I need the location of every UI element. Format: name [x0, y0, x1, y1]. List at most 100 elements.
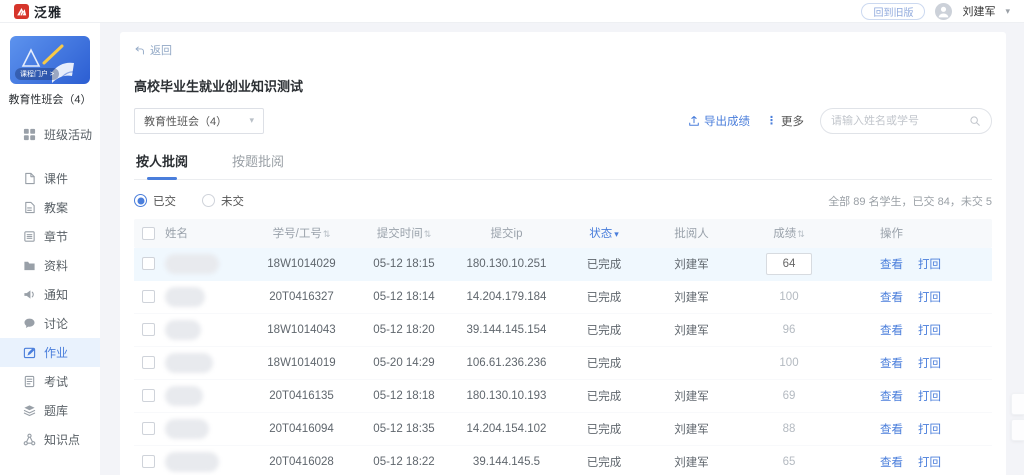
- user-menu-caret-icon[interactable]: ▾: [1005, 6, 1010, 17]
- reject-link[interactable]: 打回: [918, 355, 941, 371]
- col-student-id[interactable]: 学号/工号⇅: [249, 225, 354, 241]
- main-panel: 返回 高校毕业生就业创业知识测试 教育性班会（4） ▾ 导出成绩 ⋮ 更多 按人…: [120, 32, 1006, 475]
- search-icon[interactable]: [969, 115, 981, 127]
- sidebar-item-label: 班级活动: [44, 128, 93, 142]
- row-checkbox[interactable]: [142, 290, 155, 303]
- fanya-logo-icon: [14, 3, 29, 19]
- course-cover-image[interactable]: 课程门户 >: [10, 36, 90, 84]
- view-link[interactable]: 查看: [880, 289, 903, 305]
- col-reviewer: 批阅人: [674, 228, 709, 240]
- reject-link[interactable]: 打回: [918, 454, 941, 470]
- status-value: 已完成: [586, 291, 622, 304]
- view-link[interactable]: 查看: [880, 322, 903, 338]
- view-link[interactable]: 查看: [880, 256, 903, 272]
- reviewer-value: 刘建军: [674, 423, 709, 436]
- submit-time: 05-12 18:18: [373, 389, 435, 402]
- floating-button[interactable]: [1011, 393, 1024, 415]
- student-name-redacted: [165, 286, 205, 307]
- sidebar-item-教案[interactable]: 教案: [0, 193, 100, 222]
- exam-icon: [23, 375, 36, 388]
- top-bar: 泛雅 回到旧版 刘建军 ▾: [0, 0, 1024, 23]
- row-checkbox[interactable]: [142, 257, 155, 270]
- radio-submitted-label: 已交: [153, 195, 176, 208]
- user-avatar[interactable]: [935, 2, 953, 20]
- brand[interactable]: 泛雅: [14, 2, 62, 21]
- sidebar-item-label: 题库: [44, 404, 69, 418]
- back-link[interactable]: 返回: [134, 42, 172, 58]
- table-row[interactable]: 20T0416094 05-12 18:35 14.204.154.102 已完…: [134, 413, 992, 446]
- course-portal-badge[interactable]: 课程门户 >: [15, 68, 60, 80]
- student-name-redacted: [165, 253, 219, 274]
- select-all-checkbox[interactable]: [142, 226, 155, 240]
- submission-stats: 全部 89 名学生，已交 84，未交 5: [828, 195, 992, 208]
- submit-time: 05-12 18:22: [373, 455, 435, 468]
- view-link[interactable]: 查看: [880, 388, 903, 404]
- sort-icon[interactable]: ⇅: [323, 229, 331, 239]
- reviewer-value: 刘建军: [674, 291, 709, 304]
- row-checkbox[interactable]: [142, 356, 155, 369]
- radio-unsubmitted-label: 未交: [221, 195, 244, 208]
- table-row[interactable]: 18W1014019 05-20 14:29 106.61.236.236 已完…: [134, 347, 992, 380]
- back-to-old-version-button[interactable]: 回到旧版: [861, 2, 926, 20]
- more-button[interactable]: ⋮ 更多: [766, 113, 804, 129]
- sidebar-item-章节[interactable]: 章节: [0, 222, 100, 251]
- student-id: 18W1014029: [267, 257, 336, 270]
- floating-edge-buttons: [1011, 393, 1024, 441]
- reviewer-value: 刘建军: [674, 324, 709, 337]
- submit-ip: 39.144.145.5: [472, 455, 541, 468]
- table-row[interactable]: 18W1014029 05-12 18:15 180.130.10.251 已完…: [134, 247, 992, 281]
- export-label: 导出成绩: [704, 115, 750, 128]
- student-id: 20T0416028: [269, 455, 334, 468]
- table-row[interactable]: 20T0416135 05-12 18:18 180.130.10.193 已完…: [134, 380, 992, 413]
- floating-button[interactable]: [1011, 419, 1024, 441]
- view-link[interactable]: 查看: [880, 421, 903, 437]
- table-row[interactable]: 18W1014043 05-12 18:20 39.144.145.154 已完…: [134, 314, 992, 347]
- reject-link[interactable]: 打回: [918, 322, 941, 338]
- tab-review-by-person[interactable]: 按人批阅: [136, 151, 188, 179]
- radio-submitted[interactable]: 已交: [134, 193, 176, 209]
- more-dots-icon: ⋮: [766, 115, 777, 127]
- search-input[interactable]: [831, 114, 963, 127]
- sidebar-item-考试[interactable]: 考试: [0, 367, 100, 396]
- tab-review-by-question[interactable]: 按题批阅: [232, 151, 284, 179]
- sidebar-item-资料[interactable]: 资料: [0, 251, 100, 280]
- sidebar-item-label: 知识点: [44, 433, 81, 447]
- sort-icon[interactable]: ⇅: [797, 229, 805, 239]
- more-label: 更多: [781, 115, 804, 128]
- sidebar-item-讨论[interactable]: 讨论: [0, 309, 100, 338]
- class-filter-select[interactable]: 教育性班会（4） ▾: [134, 107, 264, 134]
- reject-link[interactable]: 打回: [918, 421, 941, 437]
- col-score[interactable]: 成绩⇅: [734, 225, 844, 241]
- export-scores-button[interactable]: 导出成绩: [688, 113, 750, 129]
- sidebar-item-作业[interactable]: 作业: [0, 338, 100, 367]
- sidebar-item-通知[interactable]: 通知: [0, 280, 100, 309]
- sidebar-item-课件[interactable]: 课件: [0, 164, 100, 193]
- chapters-icon: [23, 230, 36, 243]
- reject-link[interactable]: 打回: [918, 256, 941, 272]
- view-link[interactable]: 查看: [880, 454, 903, 470]
- row-checkbox[interactable]: [142, 389, 155, 402]
- row-checkbox[interactable]: [142, 422, 155, 435]
- radio-dot-icon: [134, 194, 147, 207]
- status-value: 已完成: [586, 390, 622, 403]
- sidebar-item-班级活动[interactable]: 班级活动: [0, 120, 100, 149]
- reject-link[interactable]: 打回: [918, 388, 941, 404]
- page-title: 高校毕业生就业创业知识测试: [134, 78, 304, 94]
- row-checkbox[interactable]: [142, 323, 155, 336]
- sort-icon[interactable]: ⇅: [424, 229, 432, 239]
- table-row[interactable]: 20T0416327 05-12 18:14 14.204.179.184 已完…: [134, 281, 992, 314]
- sidebar-item-知识点[interactable]: 知识点: [0, 425, 100, 454]
- row-checkbox[interactable]: [142, 455, 155, 468]
- reject-link[interactable]: 打回: [918, 289, 941, 305]
- radio-unsubmitted[interactable]: 未交: [202, 193, 244, 209]
- student-name-redacted: [165, 352, 213, 373]
- student-name-redacted: [165, 451, 219, 472]
- sidebar-item-题库[interactable]: 题库: [0, 396, 100, 425]
- username[interactable]: 刘建军: [962, 3, 995, 19]
- sidebar-item-label: 资料: [44, 259, 69, 273]
- col-status-filter[interactable]: 状态 ▾: [559, 225, 649, 241]
- score-input[interactable]: [766, 252, 812, 275]
- col-submit-time[interactable]: 提交时间⇅: [354, 225, 454, 241]
- view-link[interactable]: 查看: [880, 355, 903, 371]
- table-row[interactable]: 20T0416028 05-12 18:22 39.144.145.5 已完成 …: [134, 446, 992, 475]
